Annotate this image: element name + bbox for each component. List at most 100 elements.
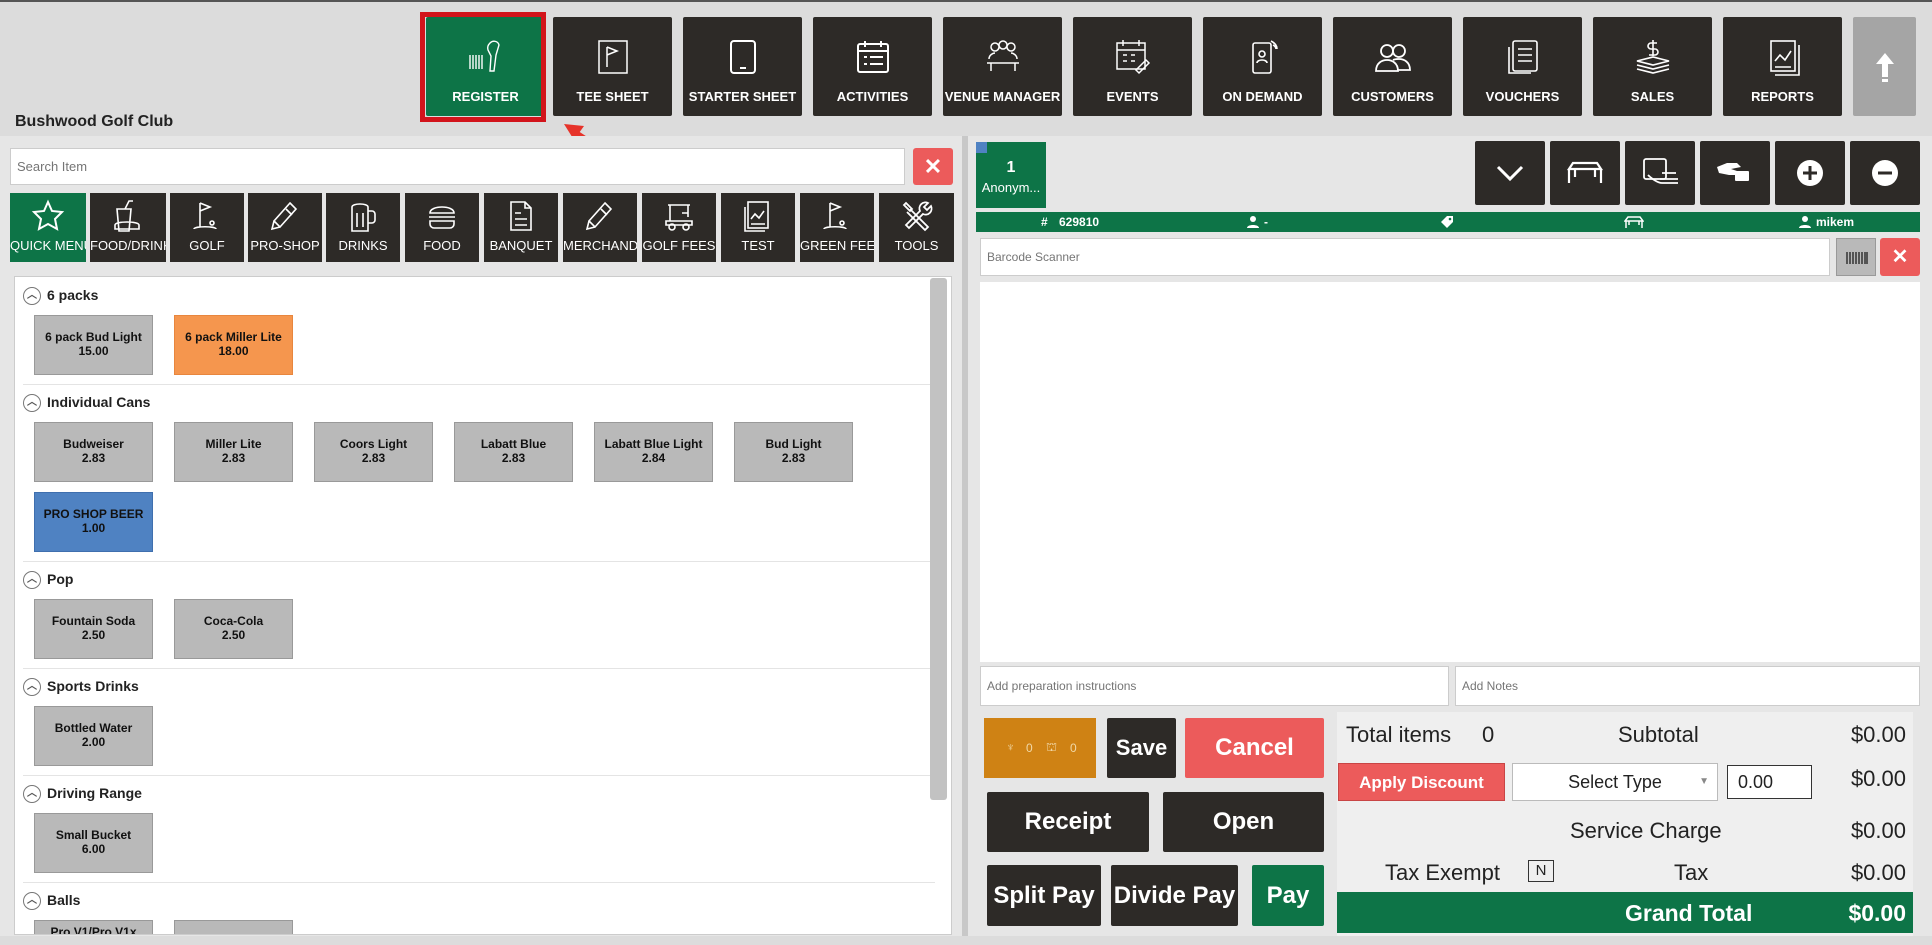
money-stack-icon [1636, 40, 1670, 74]
nav-events[interactable]: EVENTS [1073, 17, 1192, 116]
receipt-button[interactable]: Receipt [987, 792, 1149, 852]
tax-exempt-toggle[interactable]: N [1528, 860, 1554, 882]
cat-drinks[interactable]: DRINKS [326, 193, 400, 262]
section-individual-cans[interactable]: ︿ Individual Cans [23, 394, 150, 414]
pay-button[interactable]: Pay [1252, 865, 1324, 926]
table-button[interactable] [1550, 141, 1620, 205]
search-input[interactable] [10, 148, 905, 185]
cat-golf[interactable]: GOLF [170, 193, 244, 262]
section-pop[interactable]: ︿ Pop [23, 571, 73, 591]
tax-value: $0.00 [1850, 860, 1906, 885]
item-coors-light[interactable]: Coors Light 2.83 [314, 422, 433, 482]
service-charge-label: Service Charge [1570, 818, 1722, 843]
item-budweiser[interactable]: Budweiser 2.83 [34, 422, 153, 482]
nav-activities[interactable]: ACTIVITIES [813, 17, 932, 116]
nav-sales-label: SALES [1630, 89, 1675, 104]
section-balls[interactable]: ︿ Balls [23, 892, 80, 912]
upload-button[interactable] [1853, 17, 1916, 116]
cat-food-drinks[interactable]: FOOD/DRINKS [90, 193, 166, 262]
barcode-scanner-input[interactable] [980, 238, 1830, 276]
golf-cart-icon [665, 204, 693, 231]
item-bottled-water[interactable]: Bottled Water 2.00 [34, 706, 153, 766]
discount-type-select[interactable]: Select Type ▼ [1512, 763, 1718, 801]
chevron-down-icon: ▼ [1699, 776, 1709, 787]
customer-name: - [1264, 215, 1268, 229]
arrow-up-icon [1876, 53, 1894, 82]
cancel-button[interactable]: Cancel [1185, 718, 1324, 778]
item-pro-shop-beer[interactable]: PRO SHOP BEER 1.00 [34, 492, 153, 552]
item-miller-lite[interactable]: Miller Lite 2.83 [174, 422, 293, 482]
counter-button[interactable]: ♆ 0 ⛫ 0 [984, 718, 1096, 778]
report-chart-icon [744, 201, 769, 232]
remove-button[interactable] [1850, 141, 1920, 205]
cat-green-fees[interactable]: GREEN FEES [800, 193, 874, 262]
nav-reports[interactable]: REPORTS [1723, 17, 1842, 116]
nav-vouchers[interactable]: VOUCHERS [1463, 17, 1582, 116]
nav-tee-sheet[interactable]: TEE SHEET [553, 17, 672, 116]
split-pay-button[interactable]: Split Pay [987, 865, 1101, 926]
section-title: Individual Cans [47, 394, 151, 410]
expand-button[interactable] [1475, 141, 1545, 205]
section-6-packs[interactable]: ︿ 6 packs [23, 287, 98, 307]
item-6-pack-miller-lite[interactable]: 6 pack Miller Lite 18.00 [174, 315, 293, 375]
open-button[interactable]: Open [1163, 792, 1324, 852]
dine-icon: ♆ [1006, 740, 1015, 754]
section-divider [23, 668, 935, 669]
beer-mug-icon [351, 203, 376, 232]
golf-icon [193, 202, 217, 230]
nav-on-demand-label: ON DEMAND [1222, 89, 1303, 104]
nav-vouchers-label: VOUCHERS [1485, 89, 1560, 104]
barcode-icon [1846, 252, 1868, 264]
item-ball[interactable] [174, 920, 293, 934]
cat-tools[interactable]: TOOLS [879, 193, 954, 262]
barcode-button[interactable] [1836, 238, 1876, 276]
item-coca-cola[interactable]: Coca-Cola 2.50 [174, 599, 293, 659]
divide-pay-button[interactable]: Divide Pay [1111, 865, 1238, 926]
cat-banquet[interactable]: BANQUET [484, 193, 558, 262]
item-name: Coors Light [339, 437, 408, 451]
discount-amount: $0.00 [1850, 766, 1906, 791]
item-list-scrollbar[interactable] [930, 278, 947, 800]
clear-barcode-button[interactable]: ✕ [1880, 238, 1920, 276]
cat-pro-shop[interactable]: PRO-SHOP [248, 193, 322, 262]
cat-merchandise[interactable]: MERCHANDISE [563, 193, 637, 262]
item-fountain-soda[interactable]: Fountain Soda 2.50 [34, 599, 153, 659]
apply-discount-button[interactable]: Apply Discount [1338, 763, 1505, 801]
save-button[interactable]: Save [1107, 718, 1176, 778]
item-name: Labatt Blue [480, 437, 547, 451]
item-name: Coca-Cola [203, 614, 264, 628]
nav-venue-manager[interactable]: VENUE MANAGER [943, 17, 1062, 116]
item-price: 1.00 [81, 521, 106, 535]
clear-search-button[interactable]: ✕ [913, 148, 953, 185]
notes-input[interactable] [1455, 666, 1920, 706]
nav-customers[interactable]: CUSTOMERS [1333, 17, 1452, 116]
nav-on-demand[interactable]: ON DEMAND [1203, 17, 1322, 116]
prep-instructions-input[interactable] [980, 666, 1449, 706]
item-small-bucket[interactable]: Small Bucket 6.00 [34, 813, 153, 873]
cat-label: TOOLS [894, 238, 939, 253]
golf-flag-icon [598, 40, 628, 74]
cat-quick-menu[interactable]: QUICK MENU [10, 193, 86, 262]
cat-label: GREEN FEES [800, 238, 874, 253]
nav-sales[interactable]: SALES [1593, 17, 1712, 116]
payment-card-button[interactable] [1625, 141, 1695, 205]
club-name: Bushwood Golf Club [15, 113, 174, 130]
cat-golf-fees[interactable]: GOLF FEES [642, 193, 716, 262]
item-pro-v1[interactable]: Pro V1/Pro V1x [34, 920, 153, 934]
cash-button[interactable] [1700, 141, 1770, 205]
item-6-pack-bud-light[interactable]: 6 pack Bud Light 15.00 [34, 315, 153, 375]
add-button[interactable] [1775, 141, 1845, 205]
item-labatt-blue-light[interactable]: Labatt Blue Light 2.84 [594, 422, 713, 482]
item-price: 2.50 [221, 628, 246, 642]
cat-test[interactable]: TEST [721, 193, 795, 262]
item-bud-light[interactable]: Bud Light 2.83 [734, 422, 853, 482]
item-name: PRO SHOP BEER [43, 507, 144, 521]
order-number: 629810 [1059, 215, 1100, 229]
section-driving-range[interactable]: ︿ Driving Range [23, 785, 142, 805]
item-labatt-blue[interactable]: Labatt Blue 2.83 [454, 422, 573, 482]
cat-label: GOLF [189, 238, 225, 253]
cat-food[interactable]: FOOD [405, 193, 479, 262]
subtotal-value: $0.00 [1850, 722, 1906, 747]
section-sports-drinks[interactable]: ︿ Sports Drinks [23, 678, 139, 698]
nav-starter-sheet[interactable]: STARTER SHEET [683, 17, 802, 116]
